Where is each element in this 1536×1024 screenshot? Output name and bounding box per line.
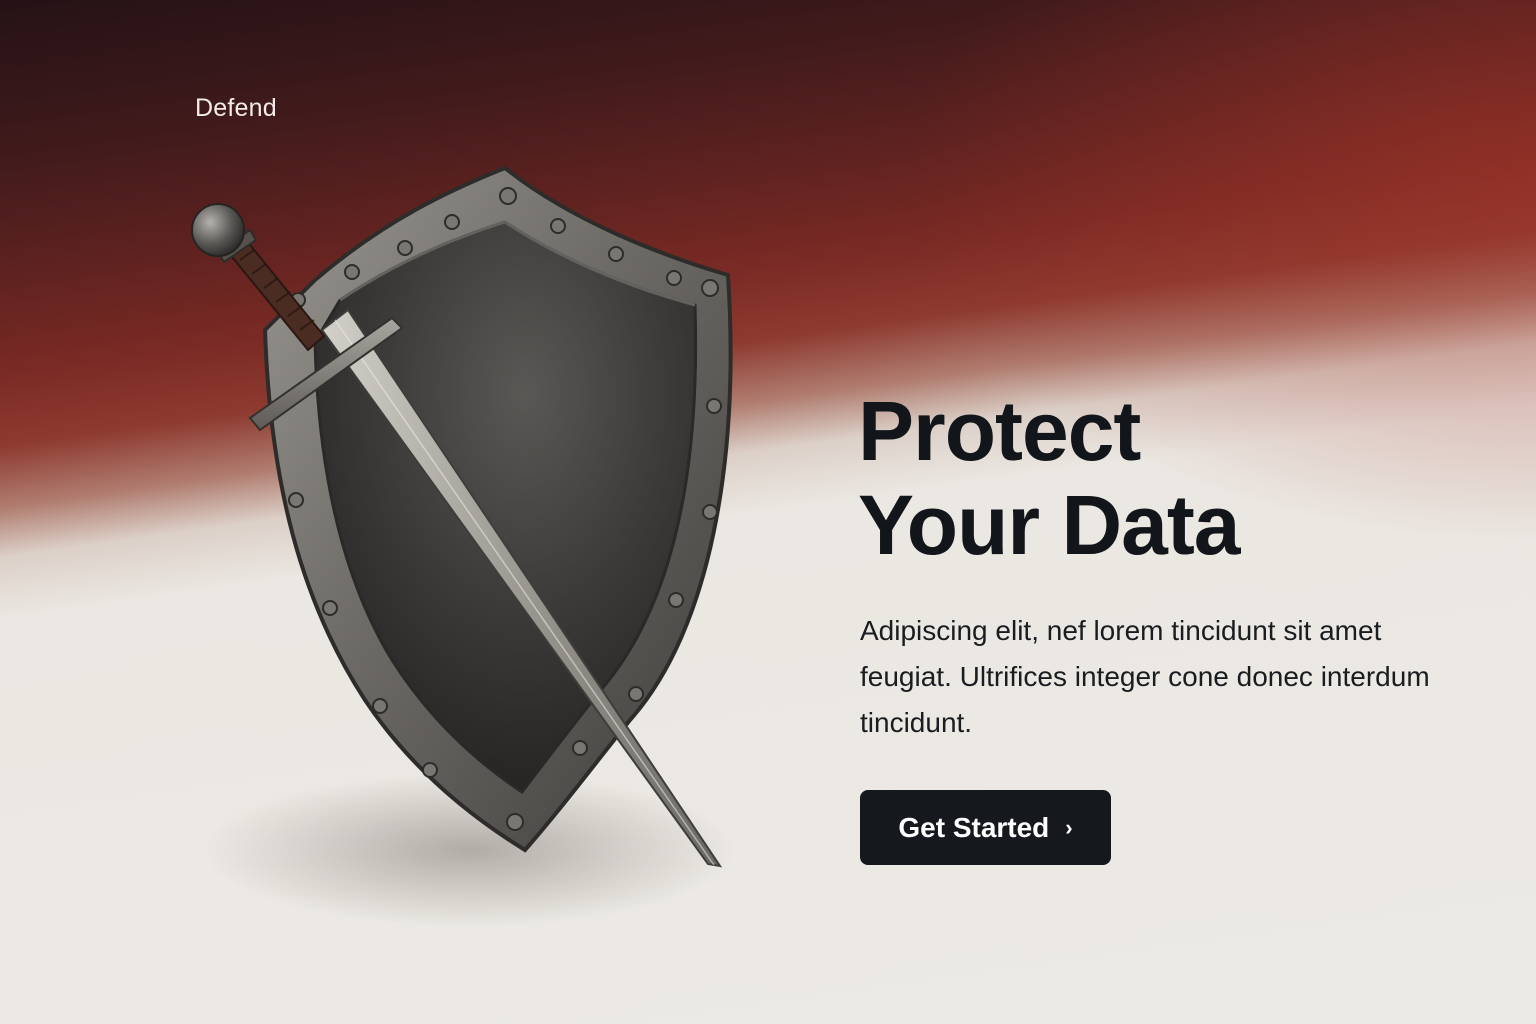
- shield-and-sword-icon: [180, 160, 760, 880]
- brand-logo-text[interactable]: Defend: [195, 94, 277, 123]
- hero-title: Protect Your Data: [858, 384, 1241, 572]
- get-started-label: Get Started: [898, 811, 1050, 843]
- hero-title-line-2: Your Data: [858, 478, 1241, 572]
- hero-title-line-1: Protect: [858, 384, 1141, 478]
- chevron-right-icon: ›: [1065, 815, 1073, 840]
- get-started-button[interactable]: Get Started ›: [860, 790, 1111, 865]
- hero-description: Adipiscing elit, nef lorem tincidunt sit…: [860, 615, 1430, 738]
